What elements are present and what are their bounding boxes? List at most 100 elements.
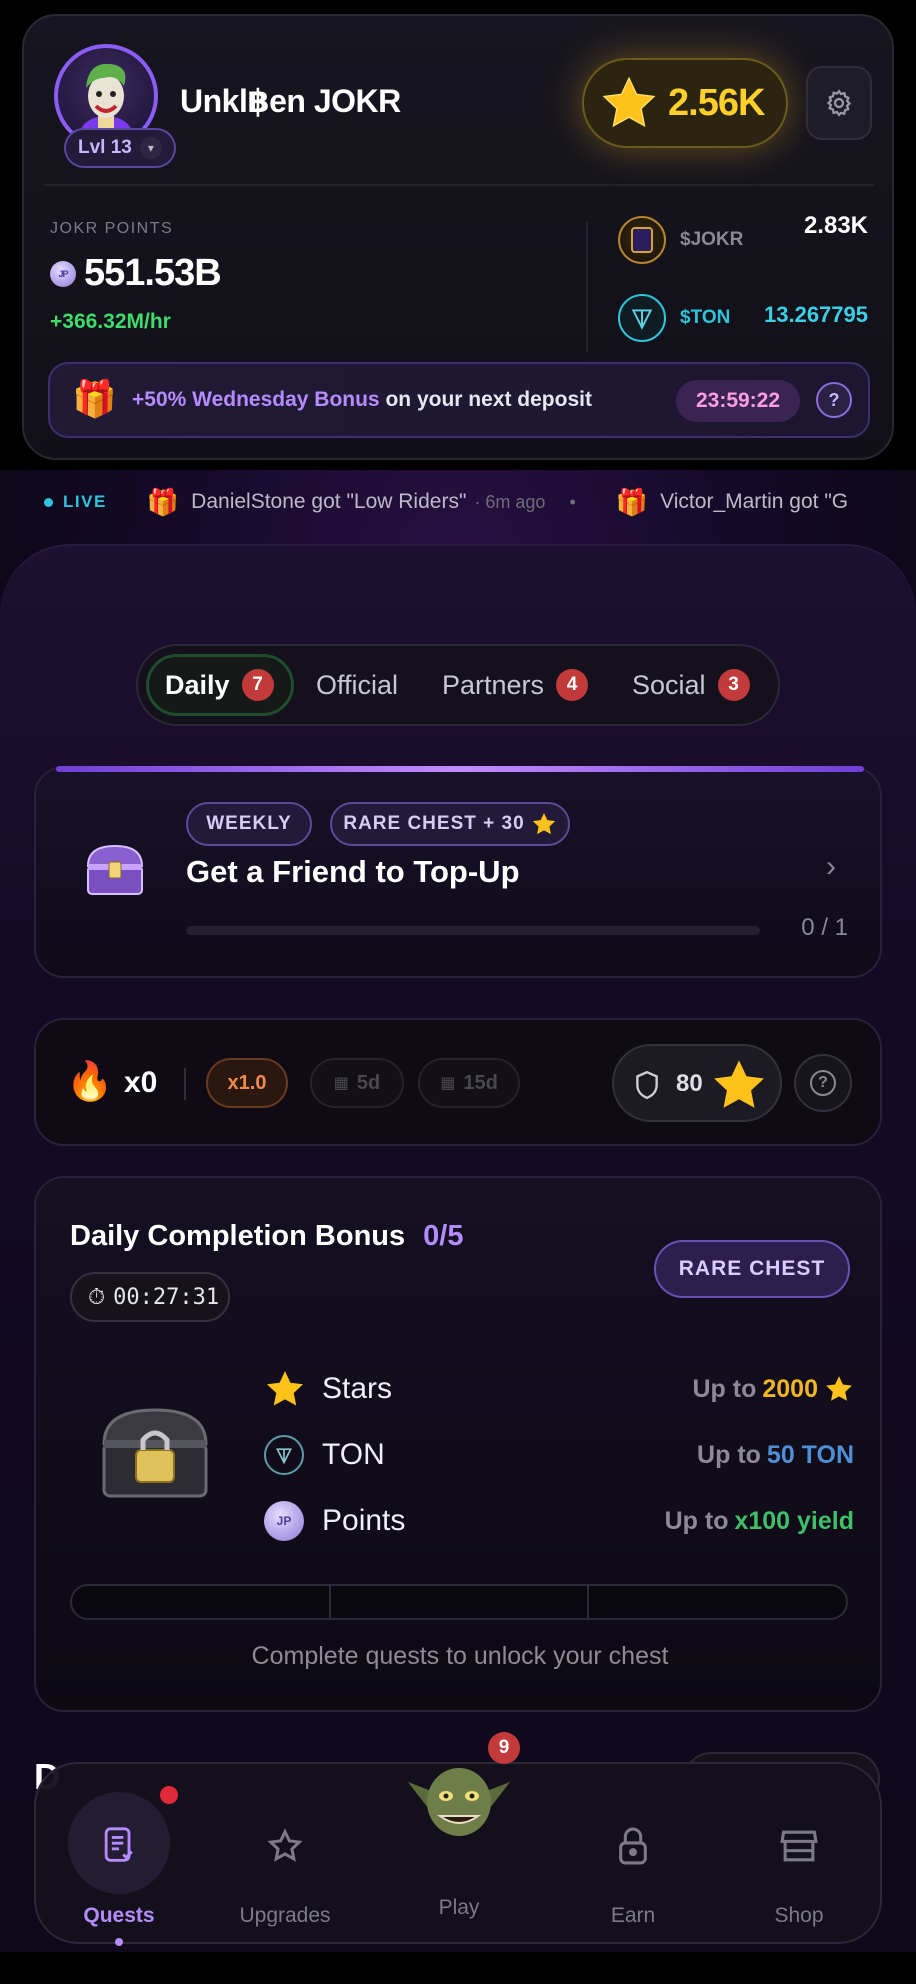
- reward-value: Up to 50 TON: [697, 1441, 854, 1470]
- goblin-mascot-icon: [404, 1752, 514, 1853]
- weekly-quest-card[interactable]: WEEKLY RARE CHEST + 30 Get a Friend to T…: [34, 766, 882, 978]
- reward-name: TON: [322, 1438, 385, 1471]
- dcb-timer-text: 00:27:31: [113, 1284, 220, 1310]
- shield-icon: [636, 1070, 658, 1100]
- card-accent-line: [56, 766, 864, 772]
- reward-name: Stars: [322, 1372, 393, 1405]
- bonus-rest: on your next deposit: [379, 388, 592, 411]
- jokr-token-row[interactable]: $JOKR 2.83K: [618, 212, 868, 268]
- tab-label: Official: [316, 669, 399, 700]
- dcb-segment-progress: [70, 1584, 848, 1620]
- reward-amount: 50 TON: [766, 1440, 854, 1469]
- streak-help-button[interactable]: ?: [794, 1054, 852, 1112]
- reward-name: Points: [322, 1504, 406, 1537]
- jokr-token-icon: [618, 216, 666, 264]
- ton-token-value: 13.267795: [764, 302, 868, 327]
- reward-prefix: Up to: [692, 1374, 757, 1403]
- stars-balance-value: 2.56K: [668, 81, 765, 124]
- nav-label: Play: [438, 1896, 480, 1919]
- locked-chest-icon: [96, 1400, 214, 1509]
- shield-pill[interactable]: 80: [612, 1044, 782, 1122]
- milestone-label: 5d: [356, 1071, 381, 1094]
- shop-icon: [779, 1824, 819, 1868]
- dcb-title: Daily Completion Bonus: [70, 1220, 406, 1252]
- quest-title: Get a Friend to Top-Up: [186, 854, 520, 889]
- reward-row-ton: TON Up to 50 TON: [264, 1430, 854, 1480]
- quest-tabs: Daily 7 Official Partners 4 Social 3: [136, 644, 780, 726]
- reward-prefix: Up to: [664, 1506, 729, 1535]
- tab-daily[interactable]: Daily 7: [146, 654, 294, 716]
- tab-badge: 7: [241, 669, 274, 701]
- reward-row-points: JP Points Up to x100 yield: [264, 1496, 854, 1546]
- nav-quests[interactable]: Quests: [36, 1764, 202, 1946]
- jokr-token-value: 2.83K: [803, 212, 868, 239]
- lock-icon: [613, 1824, 653, 1868]
- jokr-token-name: $JOKR: [680, 229, 744, 250]
- nav-label: Earn: [610, 1904, 656, 1927]
- points-rate: +366.32M/hr: [50, 310, 171, 333]
- ton-token-row[interactable]: $TON 13.267795: [618, 290, 868, 346]
- ticker-separator: •: [569, 491, 576, 512]
- notification-dot: [160, 1786, 178, 1804]
- ton-icon: [618, 294, 666, 342]
- tab-label: Daily: [165, 669, 230, 700]
- points-value: 551.53B: [84, 252, 222, 294]
- reward-chip-text: RARE CHEST + 30: [343, 813, 525, 834]
- reward-amount: x100 yield: [734, 1506, 854, 1535]
- nav-play[interactable]: 9 Play: [376, 1732, 542, 1946]
- bonus-help-button[interactable]: ?: [816, 382, 852, 418]
- nav-shop[interactable]: Shop: [716, 1764, 882, 1946]
- reward-value: Up to 2000: [693, 1374, 855, 1404]
- star-icon: [714, 1060, 764, 1108]
- stars-balance-pill[interactable]: 2.56K: [582, 58, 788, 148]
- points-coin-icon: JP: [50, 260, 76, 287]
- tab-label: Social: [632, 669, 706, 700]
- dcb-timer: ⏱ 00:27:31: [70, 1272, 230, 1322]
- ton-icon: [264, 1435, 304, 1475]
- shield-value: 80: [676, 1070, 703, 1097]
- tab-social[interactable]: Social 3: [632, 654, 750, 716]
- milestone-5d: ▦ 5d: [310, 1058, 404, 1108]
- active-indicator-dot: [115, 1938, 123, 1946]
- treasure-chest-icon: [82, 840, 148, 905]
- level-text: Lvl 13: [78, 137, 132, 158]
- tab-official[interactable]: Official: [316, 654, 398, 716]
- ton-token-name: $TON: [680, 307, 731, 328]
- daily-completion-bonus-card: Daily Completion Bonus 0/5 ⏱ 00:27:31 RA…: [34, 1176, 882, 1712]
- rare-chest-button[interactable]: RARE CHEST: [654, 1240, 850, 1298]
- map-icon: ▦: [440, 1075, 456, 1092]
- bottom-safe-area: [0, 1952, 916, 1984]
- star-icon: [532, 812, 555, 835]
- bottom-navigation: Quests Upgrades 9 Play Earn Shop: [34, 1732, 882, 1946]
- deposit-bonus-banner[interactable]: 🎁 +50% Wednesday Bonus on your next depo…: [48, 362, 870, 438]
- ticker-item: Victor_Martin got "G: [660, 490, 849, 513]
- star-icon: [826, 1376, 852, 1401]
- username: Unkl฿en JOKR: [180, 83, 401, 119]
- nav-label: Upgrades: [239, 1904, 331, 1927]
- streak-divider: [184, 1068, 186, 1100]
- header-vertical-divider: [586, 222, 588, 352]
- nav-label: Quests: [83, 1904, 155, 1927]
- fire-icon: 🔥: [66, 1061, 114, 1103]
- ticker-item: DanielStone got "Low Riders": [191, 490, 467, 513]
- bonus-text: +50% Wednesday Bonus on your next deposi…: [132, 388, 592, 412]
- gift-icon: 🎁: [72, 378, 117, 419]
- nav-earn[interactable]: Earn: [550, 1764, 716, 1946]
- tab-partners[interactable]: Partners 4: [442, 654, 589, 716]
- segment-divider: [587, 1586, 589, 1618]
- live-label: LIVE: [63, 492, 107, 511]
- nav-upgrades[interactable]: Upgrades: [202, 1764, 368, 1946]
- bonus-highlight: +50% Wednesday Bonus: [132, 388, 380, 411]
- gift-icon: 🎁: [146, 486, 180, 517]
- level-badge[interactable]: Lvl 13 ▾: [64, 128, 176, 168]
- milestone-label: 15d: [463, 1071, 498, 1094]
- quest-progress-bar: [186, 926, 760, 935]
- reward-row-stars: Stars Up to 2000: [264, 1364, 854, 1414]
- settings-button[interactable]: [806, 66, 872, 140]
- quests-icon: [99, 1824, 139, 1868]
- bonus-timer: 23:59:22: [676, 380, 800, 422]
- star-icon: [266, 1371, 304, 1406]
- segment-divider: [329, 1586, 331, 1618]
- tab-label: Partners: [442, 669, 545, 700]
- map-icon: ▦: [333, 1075, 349, 1092]
